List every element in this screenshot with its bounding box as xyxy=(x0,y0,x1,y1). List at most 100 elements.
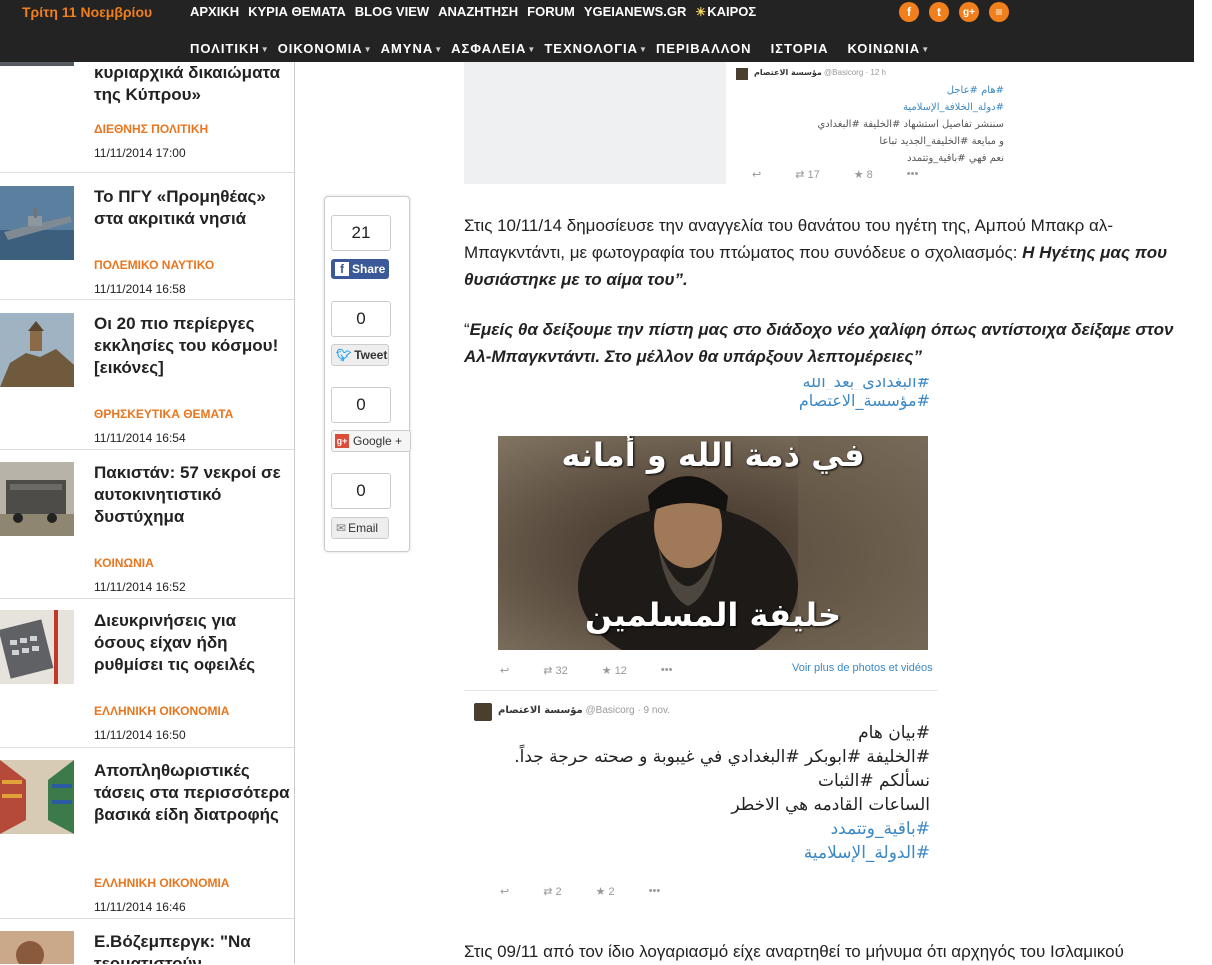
tweet-line: #بيان هام xyxy=(858,723,930,743)
dropdown-arrow-icon: ▼ xyxy=(639,45,647,54)
hashtag[interactable]: #البغدادي_بعد_الله xyxy=(799,378,930,390)
google-share-count: 0 xyxy=(331,387,391,423)
news-item[interactable]: Διευκρινήσεις για όσους είχαν ήδη ρυθμίσ… xyxy=(0,599,294,748)
news-category[interactable]: ΚΟΙΝΩΝΙΑ xyxy=(94,556,154,570)
news-item[interactable]: Αποπληθωριστικές τάσεις στα περισσότερα … xyxy=(0,748,294,919)
news-date: 11/11/2014 16:50 xyxy=(94,728,186,742)
current-date: Τρίτη 11 Νοεμβρίου xyxy=(22,4,153,20)
twitter-icon: 🐦︎ xyxy=(336,348,352,362)
tweet-card: مؤسسة الاعتصام @Basicorg · 12 h #هام #عا… xyxy=(726,62,1044,184)
news-date: 11/11/2014 16:58 xyxy=(94,282,186,296)
tweet-text: #بيان هام #الخليفة #ابوبكر #البغدادي في … xyxy=(490,721,930,865)
favorite-icon[interactable]: ★ 8 xyxy=(854,168,873,181)
nav-politics[interactable]: ΠΟΛΙΤΙΚΗ▼ xyxy=(190,41,269,56)
tweet-account: مؤسسة الاعتصام @Basicorg · 9 nov. xyxy=(498,705,670,716)
news-thumbnail[interactable] xyxy=(0,610,74,684)
news-title[interactable]: Οι 20 πιο περίεργες εκκλησίες του κόσμου… xyxy=(94,313,290,379)
news-title[interactable]: Αποπληθωριστικές τάσεις στα περισσότερα … xyxy=(94,760,290,826)
nav-security[interactable]: ΑΣΦΑΛΕΙΑ▼ xyxy=(451,41,535,56)
reply-icon[interactable]: ↩ xyxy=(752,168,761,181)
tweet-line: سننشر تفاصيل استشهاد #الخليفة #البغدادي xyxy=(817,119,1004,130)
news-title[interactable]: Ε.Βόζεμπεργκ: "Να τερματιστούν xyxy=(94,931,290,964)
news-title[interactable]: κυριαρχικά δικαιώματα της Κύπρου» xyxy=(94,62,290,106)
news-category[interactable]: ΕΛΛΗΝΙΚΗ ΟΙΚΟΝΟΜΙΑ xyxy=(94,876,229,890)
article-quote: “Εμείς θα δείξουμε την πίστη μας στο διά… xyxy=(464,316,1194,370)
tweet-handle: @Basicorg · 9 nov. xyxy=(585,705,670,716)
news-item[interactable]: Ε.Βόζεμπεργκ: "Να τερματιστούν xyxy=(0,919,294,964)
reply-icon[interactable]: ↩ xyxy=(500,664,509,677)
news-item[interactable]: Πακιστάν: 57 νεκροί σε αυτοκινητιστικό δ… xyxy=(0,450,294,599)
favorite-icon[interactable]: ★ 2 xyxy=(596,885,615,898)
news-item[interactable]: κυριαρχικά δικαιώματα της Κύπρου» ΔΙΕΘΝΗ… xyxy=(0,62,294,173)
more-icon[interactable]: ••• xyxy=(661,664,673,677)
tweet-line[interactable]: #باقية_وتتمدد xyxy=(490,817,930,841)
more-icon[interactable]: ••• xyxy=(907,168,919,181)
news-category[interactable]: ΔΙΕΘΝΗΣ ΠΟΛΙΤΙΚΗ xyxy=(94,122,208,136)
nav-main-topics-link[interactable]: ΚΥΡΙΑ ΘΕΜΑΤΑ xyxy=(248,4,346,19)
twitter-icon[interactable]: t xyxy=(929,2,949,22)
weather-label: ΚΑΙΡΟΣ xyxy=(707,4,757,19)
facebook-share-button[interactable]: f Share xyxy=(331,259,389,279)
retweet-icon[interactable]: ⇄ 17 xyxy=(795,168,820,181)
more-icon[interactable]: ••• xyxy=(649,885,661,898)
nav-environment-label: ΠΕΡΙΒΑΛΛΟΝ xyxy=(655,41,752,56)
news-thumbnail[interactable] xyxy=(0,462,74,536)
news-category[interactable]: ΘΡΗΣΚΕΥΤΙΚΑ ΘΕΜΑΤΑ xyxy=(94,407,233,421)
tweet-account-name: مؤسسة الاعتصام xyxy=(754,68,822,77)
nav-weather-link[interactable]: ☀ΚΑΙΡΟΣ xyxy=(695,4,756,19)
facebook-icon[interactable]: f xyxy=(899,2,919,22)
nav-search-link[interactable]: ΑΝΑΖΗΤΗΣΗ xyxy=(438,4,518,19)
retweet-icon[interactable]: ⇄ 2 xyxy=(543,885,561,898)
news-thumbnail[interactable] xyxy=(0,760,74,834)
googleplus-icon[interactable]: g+ xyxy=(959,2,979,22)
nav-forum-link[interactable]: FORUM xyxy=(527,4,575,19)
news-thumbnail[interactable] xyxy=(0,186,74,260)
news-category[interactable]: ΠΟΛΕΜΙΚΟ ΝΑΥΤΙΚΟ xyxy=(94,258,214,272)
avatar xyxy=(474,703,492,721)
nav-blog-view-link[interactable]: BLOG VIEW xyxy=(355,4,429,19)
embedded-tweet-image: مؤسسة الاعتصام @Basicorg · 12 h #هام #عا… xyxy=(464,62,1044,184)
facebook-share-label: Share xyxy=(352,262,386,276)
hashtag[interactable]: #مؤسسة_الاعتصام xyxy=(799,390,930,412)
share-widget: 21 f Share 0 🐦︎ Tweet 0 g+ Google + 0 ✉ Emai… xyxy=(324,196,411,552)
nav-defense[interactable]: ΑΜΥΝΑ▼ xyxy=(381,41,443,56)
nav-technology[interactable]: ΤΕΧΝΟΛΟΓΙΑ▼ xyxy=(544,41,647,56)
more-media-link[interactable]: Voir plus de photos et vidéos xyxy=(792,662,933,674)
rss-icon[interactable]: ≡ xyxy=(989,2,1009,22)
news-thumbnail[interactable] xyxy=(0,62,74,66)
news-category[interactable]: ΕΛΛΗΝΙΚΗ ΟΙΚΟΝΟΜΙΑ xyxy=(94,704,229,718)
tweet-button[interactable]: 🐦︎ Tweet xyxy=(331,344,389,366)
news-thumbnail[interactable] xyxy=(0,931,74,964)
nav-ygeianews-link[interactable]: YGEIANEWS.GR xyxy=(584,4,687,19)
reply-icon[interactable]: ↩ xyxy=(500,885,509,898)
favorite-icon[interactable]: ★ 12 xyxy=(602,664,627,677)
googleplus-share-button[interactable]: g+ Google + xyxy=(331,430,411,452)
article-paragraph: Στις 10/11/14 δημοσίευσε την αναγγελία τ… xyxy=(464,212,1194,293)
news-title[interactable]: Διευκρινήσεις για όσους είχαν ήδη ρυθμίσ… xyxy=(94,610,290,676)
tweet-line[interactable]: #دولة_الخلافة_الإسلامية xyxy=(744,99,1004,116)
tweet-line[interactable]: #هام #عاجل xyxy=(744,82,1004,99)
nav-environment[interactable]: ΠΕΡΙΒΑΛΛΟΝ xyxy=(656,41,752,56)
top-navigation-bar: Τρίτη 11 Νοεμβρίου ΑΡΧΙΚΗ ΚΥΡΙΑ ΘΕΜΑΤΑ B… xyxy=(0,0,1194,62)
news-item[interactable]: Οι 20 πιο περίεργες εκκλησίες του κόσμου… xyxy=(0,300,294,450)
news-thumbnail[interactable] xyxy=(0,313,74,387)
news-title[interactable]: Το ΠΓΥ «Προμηθέας» στα ακριτικά νησιά xyxy=(94,186,290,230)
googleplus-label: Google + xyxy=(353,434,403,448)
tweet-label: Tweet xyxy=(354,348,388,362)
news-date: 11/11/2014 16:54 xyxy=(94,431,186,445)
email-share-button[interactable]: ✉ Email xyxy=(331,517,389,539)
news-title[interactable]: Πακιστάν: 57 νεκροί σε αυτοκινητιστικό δ… xyxy=(94,462,290,528)
tweet-line: الساعات القادمه هي الاخطر xyxy=(731,795,930,815)
nav-home-link[interactable]: ΑΡΧΙΚΗ xyxy=(190,4,239,19)
paragraph-text: Στις 09/11 από τον ίδιο λογαριασμό είχε … xyxy=(464,942,1124,961)
tweet-photo[interactable]: في ذمة الله و أمانه خليفة المسلمين xyxy=(498,436,928,650)
nav-economy[interactable]: ΟΙΚΟΝΟΜΙΑ▼ xyxy=(278,41,372,56)
nav-society[interactable]: ΚΟΙΝΩΝΙΑ▼ xyxy=(847,41,929,56)
news-date: 11/11/2014 16:52 xyxy=(94,580,186,594)
retweet-icon[interactable]: ⇄ 32 xyxy=(543,664,568,677)
nav-history[interactable]: ΙΣΤΟΡΙΑ xyxy=(771,41,829,56)
news-item[interactable]: Το ΠΓΥ «Προμηθέας» στα ακριτικά νησιά ΠΟ… xyxy=(0,172,294,300)
top-nav-menu: ΑΡΧΙΚΗ ΚΥΡΙΑ ΘΕΜΑΤΑ BLOG VIEW ΑΝΑΖΗΤΗΣΗ … xyxy=(190,4,765,19)
tweet-line[interactable]: #الدولة_الإسلامية xyxy=(490,841,930,865)
nav-society-label: ΚΟΙΝΩΝΙΑ xyxy=(847,41,921,56)
